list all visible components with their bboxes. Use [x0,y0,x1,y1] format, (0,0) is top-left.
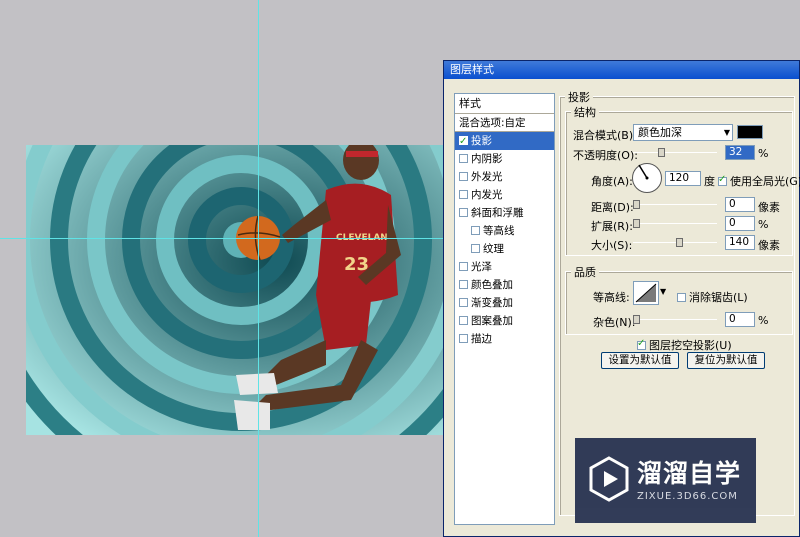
style-item[interactable]: 图案叠加 [455,312,554,330]
noise-unit: % [758,314,769,327]
style-item[interactable]: 渐变叠加 [455,294,554,312]
knockout-checkbox[interactable]: 图层挖空投影(U) [637,337,732,353]
angle-label: 角度(A): [591,175,633,188]
global-light-checkbox[interactable]: 使用全局光(G) [718,173,800,189]
noise-input[interactable]: 0 [725,312,755,327]
distance-label: 距离(D): [591,201,634,214]
style-item[interactable]: 等高线 [455,222,554,240]
checkbox-icon[interactable] [459,208,468,217]
checkbox-icon[interactable] [459,133,468,151]
style-item-label: 内发光 [471,189,503,201]
opacity-slider[interactable] [633,148,717,157]
set-default-button[interactable]: 设置为默认值 [601,352,679,369]
style-item-label: 投影 [471,135,492,147]
watermark-title: 溜溜自学 [637,459,742,488]
style-item-label: 内阴影 [471,153,503,165]
contour-label: 等高线: [593,291,630,304]
style-item[interactable]: 内阴影 [455,150,554,168]
noise-label: 杂色(N): [593,316,636,329]
checkbox-icon[interactable] [459,280,468,289]
style-item-label: 渐变叠加 [471,297,513,309]
style-item-label: 图案叠加 [471,315,513,327]
checkbox-icon[interactable] [459,334,468,343]
anti-alias-checkbox[interactable]: 消除锯齿(L) [677,289,748,305]
opacity-unit: % [758,147,769,160]
dialog-title[interactable]: 图层样式 [444,61,799,79]
watermark-badge: 溜溜自学 ZIXUE.3D66.COM [575,438,756,523]
angle-unit: 度 [704,175,715,188]
opacity-input[interactable]: 32 [725,145,755,160]
angle-input[interactable]: 120 [665,171,701,186]
style-item-label: 颜色叠加 [471,279,513,291]
drop-shadow-title: 投影 [565,89,593,105]
contour-dropdown-icon[interactable]: ▼ [660,287,666,296]
style-item[interactable]: 斜面和浮雕 [455,204,554,222]
checkbox-icon[interactable] [459,154,468,163]
distance-slider-thumb[interactable] [633,200,640,209]
play-logo-icon [589,456,629,502]
checkbox-icon[interactable] [459,172,468,181]
distance-input[interactable]: 0 [725,197,755,212]
style-item-label: 描边 [471,333,492,345]
spread-slider[interactable] [633,219,717,228]
guide-horizontal[interactable] [0,238,445,239]
dropdown-arrow-icon: ▼ [723,128,730,137]
style-item[interactable]: 内发光 [455,186,554,204]
opacity-label: 不透明度(O): [573,149,638,162]
style-item[interactable]: 光泽 [455,258,554,276]
checkbox-icon[interactable] [471,226,480,235]
blend-mode-label: 混合模式(B): [573,129,637,142]
size-unit: 像素 [758,239,780,252]
spread-label: 扩展(R): [591,220,633,233]
checkbox-icon [637,338,646,350]
angle-dial[interactable] [632,163,662,193]
distance-slider[interactable] [633,200,717,209]
opacity-slider-thumb[interactable] [658,148,665,157]
size-slider-thumb[interactable] [676,238,683,247]
style-item[interactable]: 外发光 [455,168,554,186]
checkbox-icon[interactable] [459,262,468,271]
noise-slider[interactable] [633,315,717,324]
noise-slider-thumb[interactable] [633,315,640,324]
contour-picker[interactable] [633,281,659,305]
checkbox-icon [677,293,686,302]
style-item-label: 斜面和浮雕 [471,207,524,219]
document-canvas[interactable]: CLEVELAND 23 [26,145,444,435]
size-slider[interactable] [633,238,717,247]
blend-mode-select[interactable]: 颜色加深 ▼ [633,124,733,141]
checkbox-icon[interactable] [459,190,468,199]
style-item[interactable]: 颜色叠加 [455,276,554,294]
style-item[interactable]: 纹理 [455,240,554,258]
checkbox-icon[interactable] [471,244,480,253]
style-item-label: 外发光 [471,171,503,183]
size-input[interactable]: 140 [725,235,755,250]
styles-header[interactable]: 样式 [455,94,554,114]
blend-options-item[interactable]: 混合选项:自定 [455,114,554,132]
quality-title: 品质 [571,264,599,280]
spread-input[interactable]: 0 [725,216,755,231]
style-item-label: 光泽 [471,261,492,273]
guide-vertical[interactable] [258,0,259,537]
styles-list: 样式 混合选项:自定 投影内阴影外发光内发光斜面和浮雕等高线纹理光泽颜色叠加渐变… [454,93,555,525]
distance-unit: 像素 [758,201,780,214]
reset-default-button[interactable]: 复位为默认值 [687,352,765,369]
size-label: 大小(S): [591,239,633,252]
style-item-label: 纹理 [483,243,504,255]
style-item[interactable]: 描边 [455,330,554,348]
checkbox-icon [718,174,727,186]
style-item[interactable]: 投影 [455,132,554,151]
shadow-color-swatch[interactable] [737,125,763,139]
spread-slider-thumb[interactable] [633,219,640,228]
spread-unit: % [758,218,769,231]
checkbox-icon[interactable] [459,298,468,307]
style-item-label: 等高线 [483,225,515,237]
structure-title: 结构 [571,104,599,120]
checkbox-icon[interactable] [459,316,468,325]
watermark-subtitle: ZIXUE.3D66.COM [637,491,738,502]
